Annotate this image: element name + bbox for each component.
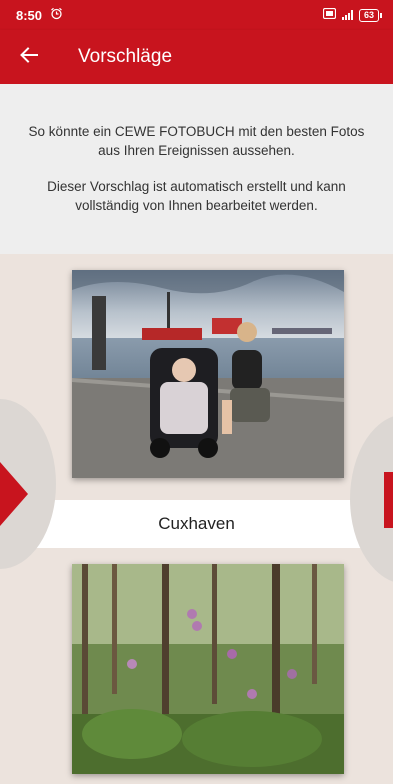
back-button[interactable] xyxy=(0,30,58,84)
sim-icon xyxy=(322,7,337,22)
app-bar: Vorschläge xyxy=(0,30,393,84)
photo-cover[interactable] xyxy=(72,270,344,478)
chevron-right-icon xyxy=(384,472,393,528)
alarm-icon xyxy=(50,7,63,23)
battery-icon: 63 xyxy=(358,8,383,22)
intro-text-2: Dieser Vorschlag ist automatisch erstell… xyxy=(47,179,346,213)
status-time: 8:50 xyxy=(16,7,43,23)
signal-icon xyxy=(341,10,353,20)
status-bar: 8:50 63 xyxy=(0,0,393,30)
status-left: 8:50 xyxy=(16,7,63,23)
suggestion-caption: Cuxhaven xyxy=(0,500,393,548)
intro-text-1: So könnte ein CEWE FOTOBUCH mit den best… xyxy=(28,124,365,158)
status-right: 63 xyxy=(322,7,383,22)
suggestion-carousel[interactable]: Cuxhaven xyxy=(0,254,393,784)
arrow-left-icon xyxy=(20,46,38,68)
intro-section: So könnte ein CEWE FOTOBUCH mit den best… xyxy=(0,84,393,254)
chevron-left-icon xyxy=(0,462,28,526)
page-title: Vorschläge xyxy=(78,46,173,67)
photo-page[interactable] xyxy=(72,564,344,774)
